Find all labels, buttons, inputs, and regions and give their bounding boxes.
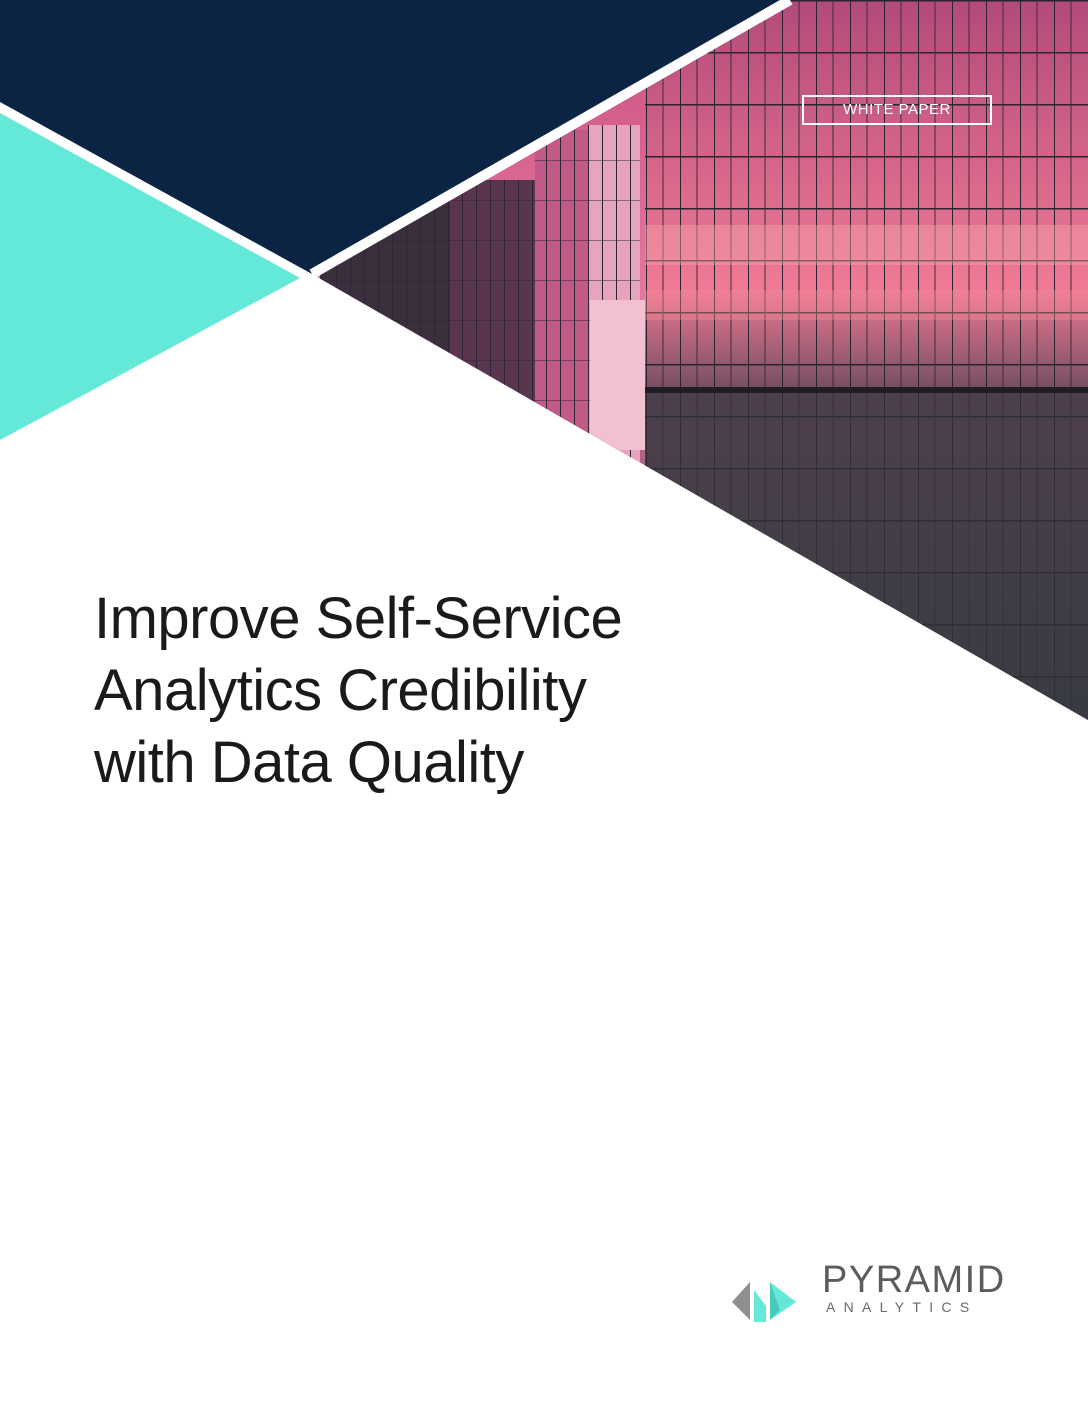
logo-wordmark: PYRAMID xyxy=(822,1259,1006,1301)
white-paper-badge: WHITE PAPER xyxy=(802,95,992,125)
pyramid-logo-icon xyxy=(732,1282,796,1322)
logo-subtitle: ANALYTICS xyxy=(826,1299,978,1315)
title-line-2: Analytics Credibility xyxy=(94,658,587,723)
document-title: Improve Self-Service Analytics Credibili… xyxy=(94,583,794,799)
title-line-1: Improve Self-Service xyxy=(94,586,623,651)
title-line-3: with Data Quality xyxy=(94,730,524,795)
